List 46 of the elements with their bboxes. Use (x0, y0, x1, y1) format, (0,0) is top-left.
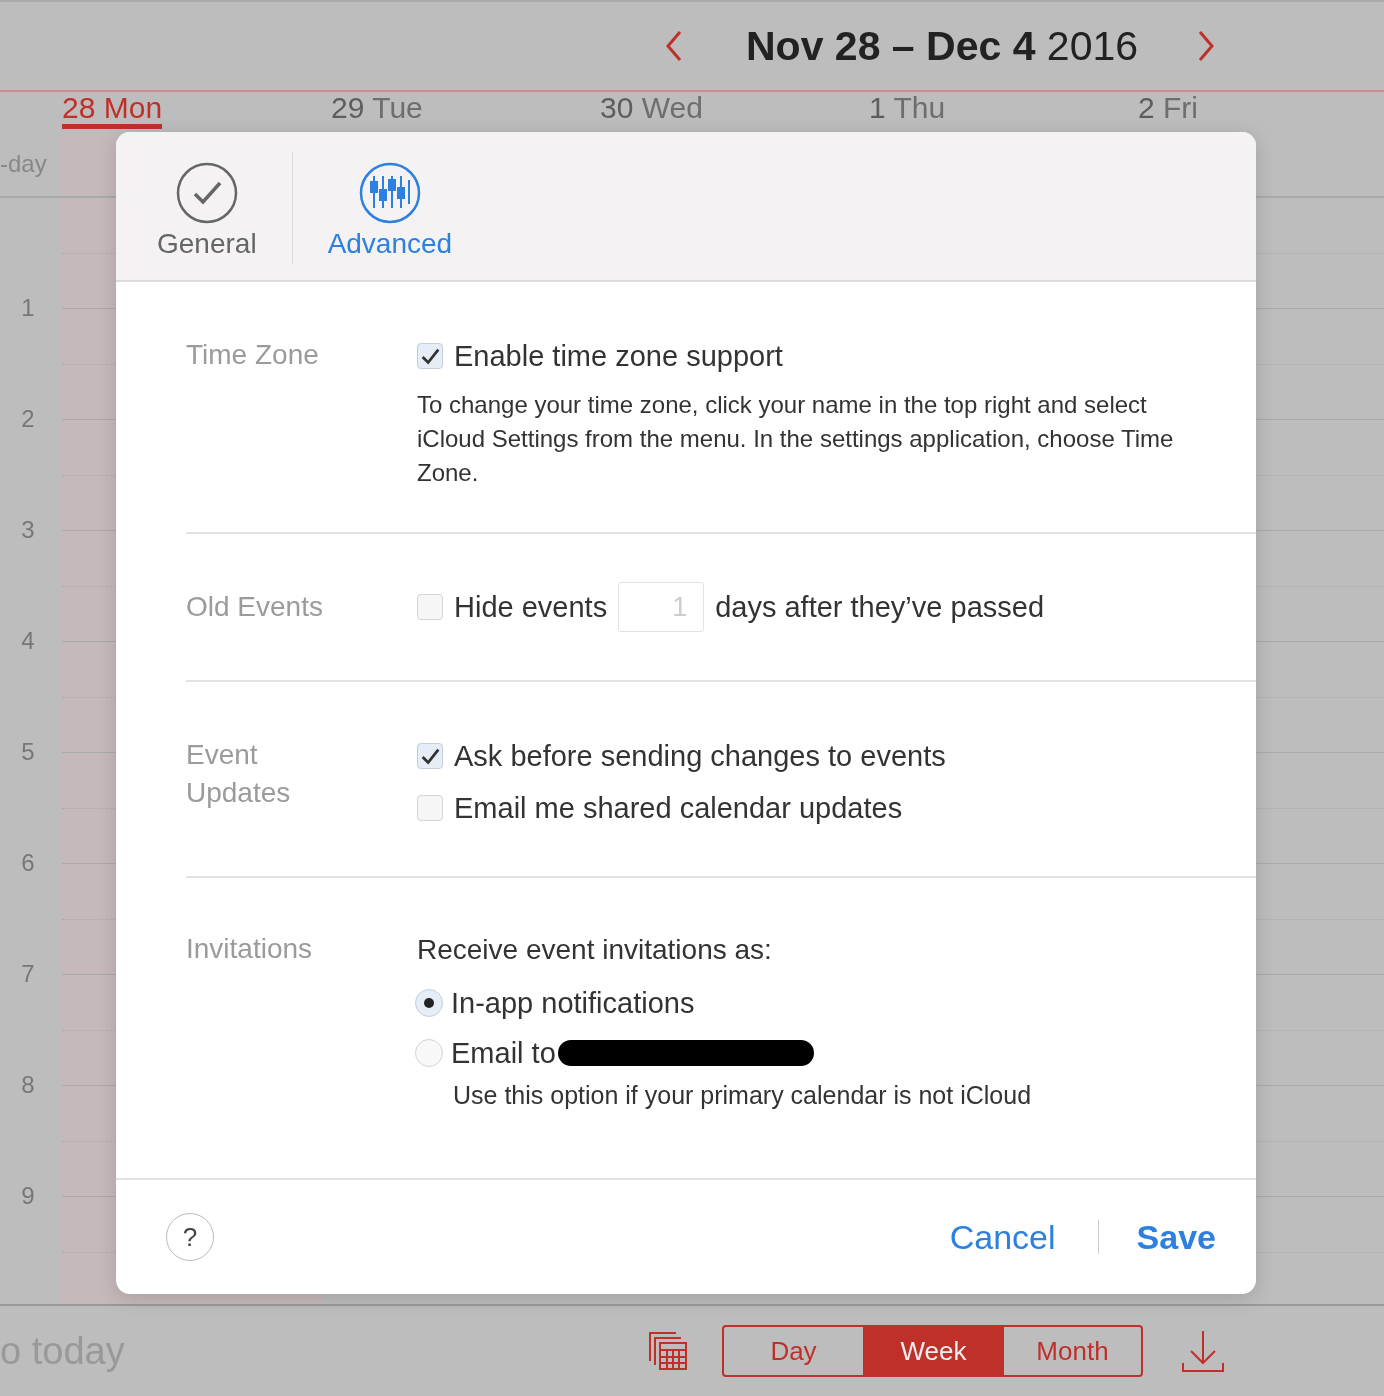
help-button[interactable]: ? (166, 1213, 214, 1261)
section-label: Time Zone (186, 338, 320, 372)
day-header[interactable]: 30 Wed (600, 92, 703, 129)
day-header[interactable]: 2 Fri (1138, 92, 1198, 129)
radio-button[interactable] (415, 1039, 443, 1067)
checkbox[interactable] (417, 743, 443, 769)
sliders-icon (358, 162, 421, 224)
radio-button[interactable] (415, 989, 443, 1017)
section-label: Event Updates (186, 738, 292, 810)
option-hint: Use this option if your primary calendar is not iCloud (453, 1080, 1033, 1111)
hour-label: 9 (20, 1182, 36, 1210)
calendars-icon[interactable] (648, 1331, 688, 1371)
radio-label: In-app notifications (451, 986, 695, 1020)
save-button[interactable]: Save (1136, 1217, 1216, 1257)
checkbox[interactable] (417, 795, 443, 821)
radio-label: Email to (451, 1036, 556, 1070)
week-title: Nov 28 – Dec 4 2016 (746, 22, 1139, 70)
view-tab[interactable]: Day (724, 1327, 863, 1375)
cancel-button[interactable]: Cancel (949, 1217, 1056, 1257)
days-suffix-text: days after they’ve passed (715, 590, 1044, 624)
settings-tab[interactable]: General (122, 132, 292, 260)
hour-label: 1 (20, 294, 36, 322)
day-header[interactable]: 29 Tue (331, 92, 423, 129)
checkbox-label: Enable time zone support (454, 339, 783, 373)
hour-label: 8 (20, 1071, 36, 1099)
view-tab[interactable]: Month (1002, 1327, 1141, 1375)
hour-label: 6 (20, 849, 36, 877)
hour-label: 2 (20, 405, 36, 433)
checkbox-label: Email me shared calendar updates (454, 791, 903, 825)
hour-label: 4 (20, 627, 36, 655)
download-icon[interactable] (1181, 1329, 1225, 1373)
view-tab[interactable]: Week (863, 1327, 1002, 1375)
hour-label: 7 (20, 960, 36, 988)
time-zone-note: To change your time zone, click your name in the top right and select iCloud Settings from the menu. In the settings application, choose Time Zone. (417, 390, 1175, 488)
checkbox-label: Hide events (454, 590, 608, 624)
section-label: Invitations (186, 932, 314, 966)
hour-label: 5 (20, 738, 36, 766)
invitations-prompt: Receive event invitations as: (417, 933, 773, 967)
checkmark-icon (175, 162, 238, 224)
settings-tab[interactable]: Advanced (292, 132, 488, 260)
checkbox[interactable] (417, 594, 443, 620)
checkbox[interactable] (417, 343, 443, 369)
hour-label: 3 (20, 516, 36, 544)
checkbox-label: Ask before sending changes to events (454, 739, 946, 773)
section-label: Old Events (186, 590, 324, 624)
day-header[interactable]: 1 Thu (869, 92, 946, 129)
